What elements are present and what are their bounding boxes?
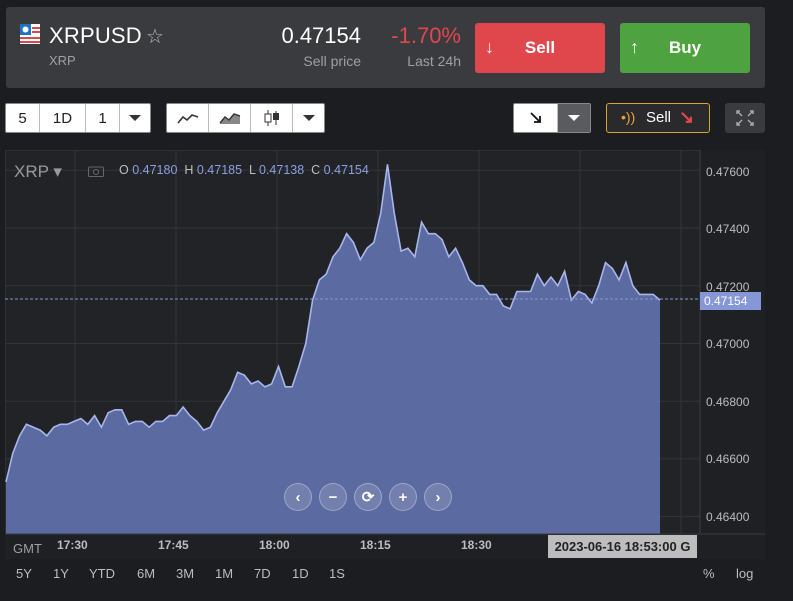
zoom-in-button[interactable]: +: [389, 483, 417, 511]
line-chart-button[interactable]: [167, 104, 209, 132]
sell-button[interactable]: ↓ Sell: [475, 23, 605, 73]
range-ytd[interactable]: YTD: [89, 566, 115, 581]
x-tick: 18:00: [259, 538, 290, 552]
range-5y[interactable]: 5Y: [16, 566, 32, 581]
interval-1d[interactable]: 1D: [40, 104, 86, 132]
camera-icon[interactable]: [88, 165, 104, 177]
zoom-out-button[interactable]: −: [319, 483, 347, 511]
symbol-name: XRPUSD: [49, 23, 142, 48]
chevron-left-icon: ‹: [295, 488, 301, 506]
x-tick: 18:15: [360, 538, 391, 552]
range-1d[interactable]: 1D: [292, 566, 309, 581]
x-tick: 17:45: [158, 538, 189, 552]
expand-icon: [736, 110, 754, 126]
chevron-down-icon: [129, 115, 141, 121]
candlestick-chart-button[interactable]: [251, 104, 293, 132]
plus-icon: +: [398, 488, 408, 506]
y-tick: 0.47400: [706, 222, 750, 236]
x-tick: 17:30: [57, 538, 88, 552]
y-tick: 0.47000: [706, 337, 750, 351]
signal-icon: •)): [621, 109, 636, 125]
minus-icon: −: [328, 488, 338, 506]
range-1s[interactable]: 1S: [329, 566, 345, 581]
fullscreen-button[interactable]: [725, 103, 765, 133]
chart-type-dropdown[interactable]: [293, 104, 324, 132]
range-bar: [5, 560, 765, 587]
percent-scale-toggle[interactable]: %: [703, 566, 715, 581]
range-6m[interactable]: 6M: [137, 566, 155, 581]
y-tick: 0.47600: [706, 165, 750, 179]
instrument-menu[interactable]: XRP ▾: [14, 162, 62, 182]
range-3m[interactable]: 3M: [176, 566, 194, 581]
candlestick-icon: [264, 110, 279, 126]
chevron-down-icon: [568, 115, 580, 121]
sell-price-value: 0.47154: [281, 23, 361, 48]
timezone-label: GMT: [13, 541, 42, 556]
scroll-right-button[interactable]: ›: [424, 483, 452, 511]
y-tick: 0.46800: [706, 395, 750, 409]
xrp-flag-icon: [20, 24, 40, 44]
change-24h-label: Last 24h: [407, 53, 461, 69]
arrow-down-right-icon: [529, 112, 541, 123]
y-tick: 0.46400: [706, 510, 750, 524]
range-1y[interactable]: 1Y: [53, 566, 69, 581]
arrow-down-right-icon: ↘: [679, 107, 695, 127]
range-1m[interactable]: 1M: [215, 566, 233, 581]
chevron-right-icon: ›: [435, 488, 441, 506]
x-tick: 18:30: [461, 538, 492, 552]
price-chart[interactable]: [5, 150, 765, 559]
buy-button[interactable]: ↑ Buy: [620, 23, 750, 73]
change-24h-value: -1.70%: [391, 23, 461, 48]
y-tick: 0.46600: [706, 452, 750, 466]
drawing-tool-selector: [513, 103, 591, 133]
timeframe-selector: 5 1D 1: [5, 103, 151, 133]
refresh-icon: ⟳: [361, 489, 375, 506]
log-scale-toggle[interactable]: log: [736, 566, 753, 581]
instrument-subtitle: XRP: [49, 53, 76, 68]
reset-zoom-button[interactable]: ⟳: [354, 483, 382, 511]
area-chart-icon: [218, 113, 240, 124]
sell-price-label: Sell price: [303, 53, 361, 69]
favorite-star-icon[interactable]: ☆: [146, 24, 164, 49]
range-7d[interactable]: 7D: [254, 566, 271, 581]
interval-1[interactable]: 1: [86, 104, 120, 132]
current-price-label: 0.47154: [700, 292, 761, 310]
ohlc-readout: O 0.47180 H 0.47185 L 0.47138 C 0.47154: [119, 163, 369, 177]
instrument-header: XRPUSD ☆ XRP 0.47154 Sell price -1.70% L…: [6, 7, 765, 88]
scroll-left-button[interactable]: ‹: [284, 483, 312, 511]
drawing-tool-dropdown[interactable]: [558, 104, 590, 132]
chevron-down-icon: [302, 115, 315, 121]
timeframe-dropdown[interactable]: [120, 104, 150, 132]
interval-5[interactable]: 5: [6, 104, 40, 132]
chart-type-selector: [166, 103, 325, 133]
trend-arrow-button[interactable]: [514, 104, 558, 132]
line-chart-icon: [176, 114, 198, 124]
cursor-time-label: 2023-06-16 18:53:00 G: [548, 535, 697, 558]
sell-signal-button[interactable]: •)) Sell ↘: [606, 103, 710, 133]
area-chart-button[interactable]: [209, 104, 251, 132]
